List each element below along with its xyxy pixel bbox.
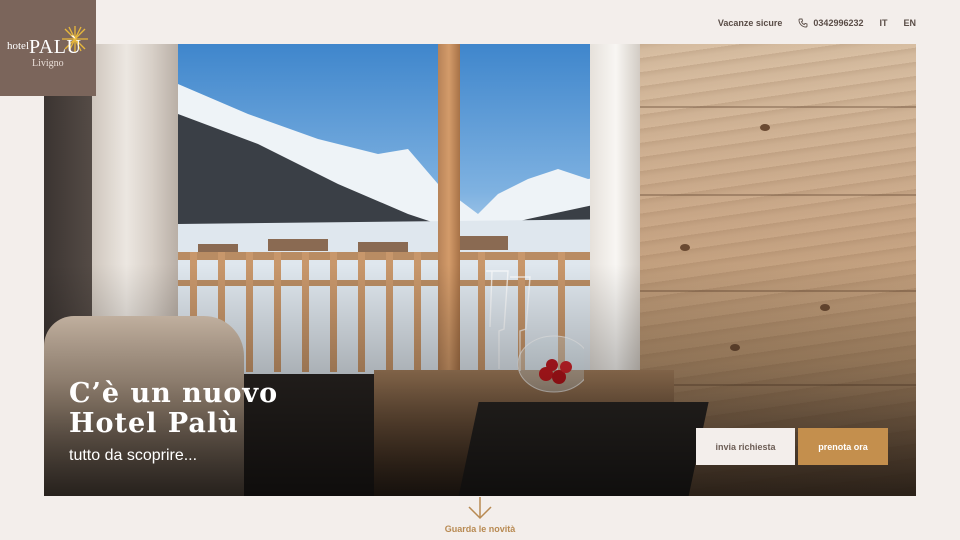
safe-holidays-link[interactable]: Vacanze sicure [718, 18, 783, 28]
logo-word-hotel: hotel [7, 40, 29, 52]
logo[interactable]: hotel PALÙ Livigno [0, 0, 96, 96]
phone-icon [798, 18, 808, 28]
logo-word-name: PALÙ [29, 36, 82, 58]
scroll-cta-label: Guarda le novità [444, 524, 516, 534]
arrow-down-icon [468, 497, 492, 520]
hero-title: C’è un nuovo Hotel Palù [69, 379, 369, 439]
hero-title-line-1: C’è un nuovo [69, 378, 279, 409]
phone-number: 0342996232 [813, 18, 864, 28]
phone-link[interactable]: 0342996232 [798, 18, 863, 28]
lang-en-link[interactable]: EN [903, 18, 916, 28]
scroll-cta[interactable]: Guarda le novità [430, 496, 530, 534]
hero-banner: C’è un nuovo Hotel Palù tutto da scoprir… [44, 44, 916, 496]
book-now-button[interactable]: prenota ora [798, 428, 888, 465]
logo-word-place: Livigno [32, 58, 64, 69]
hero-subtitle: tutto da scoprire... [69, 447, 198, 464]
request-button[interactable]: invia richiesta [696, 428, 795, 465]
hero-title-line-2: Hotel Palù [69, 408, 239, 439]
lang-it-link[interactable]: IT [879, 18, 887, 28]
top-nav: Vacanze sicure 0342996232 IT EN [718, 16, 916, 30]
